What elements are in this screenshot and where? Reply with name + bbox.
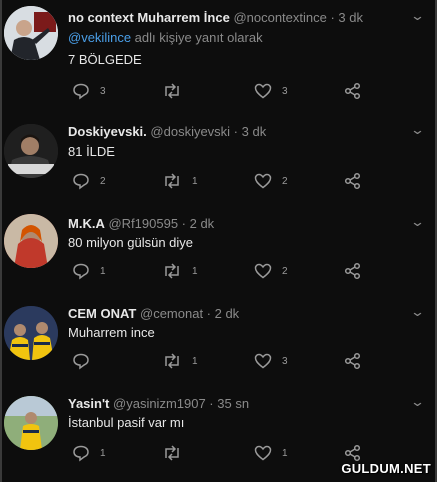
retweet-icon xyxy=(165,445,179,461)
handle-time: @cemonat · 2 dk xyxy=(140,306,240,321)
like-button[interactable]: 3 xyxy=(254,352,288,370)
like-count: 3 xyxy=(282,85,288,97)
heart-icon xyxy=(254,83,272,99)
share-icon xyxy=(344,262,361,280)
share-icon xyxy=(344,172,361,190)
retweet-button[interactable]: 1 xyxy=(162,172,198,190)
tweet-actions: 3 3 xyxy=(68,82,398,104)
retweet-icon xyxy=(165,353,179,369)
handle-time: @doskiyevski · 3 dk xyxy=(150,124,267,139)
reply-icon xyxy=(73,83,89,100)
tweet-header: CEM ONAT @cemonat · 2 dk xyxy=(68,306,239,321)
like-count: 2 xyxy=(282,175,288,187)
tweet-header: Doskiyevski. @doskiyevski · 3 dk xyxy=(68,124,266,139)
mention-link[interactable]: @vekilince xyxy=(68,30,131,45)
like-button[interactable]: 3 xyxy=(254,82,288,100)
share-icon xyxy=(344,82,361,100)
reply-button[interactable]: 1 xyxy=(72,262,106,280)
watermark: GULDUM.NET xyxy=(341,461,431,476)
like-button[interactable]: 2 xyxy=(254,262,288,280)
tweet-header: Yasin't @yasinizm1907 · 35 sn xyxy=(68,396,249,411)
chevron-down-icon[interactable]: ⌄ xyxy=(410,122,425,138)
avatar[interactable] xyxy=(4,6,58,60)
reply-icon xyxy=(73,445,89,462)
reply-count: 1 xyxy=(100,265,106,277)
like-button[interactable]: 2 xyxy=(254,172,288,190)
retweet-icon xyxy=(165,83,179,99)
avatar[interactable] xyxy=(4,214,58,268)
reply-button[interactable]: 3 xyxy=(72,82,106,100)
display-name[interactable]: M.K.A xyxy=(68,216,105,231)
share-icon xyxy=(344,444,361,462)
like-count: 1 xyxy=(282,447,288,459)
avatar[interactable] xyxy=(4,396,58,450)
share-button[interactable] xyxy=(344,262,362,280)
reply-count: 2 xyxy=(100,175,106,187)
handle-time: @yasinizm1907 · 35 sn xyxy=(113,396,250,411)
reply-suffix: adlı kişiye yanıt olarak xyxy=(131,30,263,45)
retweet-icon xyxy=(165,173,179,189)
display-name[interactable]: CEM ONAT xyxy=(68,306,136,321)
heart-icon xyxy=(254,173,272,189)
reply-icon xyxy=(73,353,89,370)
tweet-header: M.K.A @Rf190595 · 2 dk xyxy=(68,216,214,231)
heart-icon xyxy=(254,263,272,279)
retweet-icon xyxy=(165,263,179,279)
chevron-down-icon[interactable]: ⌄ xyxy=(410,214,425,230)
reply-count: 3 xyxy=(100,85,106,97)
retweet-button[interactable]: 1 xyxy=(162,262,198,280)
tweet-text: 81 İLDE xyxy=(68,144,115,159)
retweet-count: 1 xyxy=(192,355,198,367)
heart-icon xyxy=(254,445,272,461)
handle-time: @Rf190595 · 2 dk xyxy=(108,216,215,231)
chevron-down-icon[interactable]: ⌄ xyxy=(410,304,425,320)
tweet[interactable]: no context Muharrem İnce @nocontextince … xyxy=(0,0,437,110)
display-name[interactable]: Yasin't xyxy=(68,396,109,411)
share-button[interactable] xyxy=(344,172,362,190)
display-name[interactable]: Doskiyevski. xyxy=(68,124,147,139)
avatar[interactable] xyxy=(4,124,58,178)
share-icon xyxy=(344,352,361,370)
like-count: 2 xyxy=(282,265,288,277)
tweet-text: İstanbul pasif var mı xyxy=(68,415,185,430)
tweet-actions: 2 1 2 xyxy=(68,172,398,194)
tweet-actions: 1 1 2 xyxy=(68,262,398,284)
reply-button[interactable]: 1 xyxy=(72,444,106,462)
reply-count: 1 xyxy=(100,447,106,459)
retweet-count: 1 xyxy=(192,175,198,187)
reply-button[interactable] xyxy=(72,352,100,370)
reply-context: @vekilince adlı kişiye yanıt olarak xyxy=(68,30,263,45)
chevron-down-icon[interactable]: ⌄ xyxy=(410,8,425,24)
display-name[interactable]: no context Muharrem İnce xyxy=(68,10,230,25)
tweet-actions: 1 3 xyxy=(68,352,398,374)
chevron-down-icon[interactable]: ⌄ xyxy=(410,394,425,410)
tweet[interactable]: CEM ONAT @cemonat · 2 dk ⌄ Muharrem ince… xyxy=(0,292,437,382)
reply-button[interactable]: 2 xyxy=(72,172,106,190)
tweet[interactable]: M.K.A @Rf190595 · 2 dk ⌄ 80 milyon gülsü… xyxy=(0,200,437,292)
like-count: 3 xyxy=(282,355,288,367)
share-button[interactable] xyxy=(344,352,362,370)
share-button[interactable] xyxy=(344,444,362,462)
tweet-text: Muharrem ince xyxy=(68,325,155,340)
retweet-count: 1 xyxy=(192,265,198,277)
retweet-button[interactable] xyxy=(162,444,192,462)
heart-icon xyxy=(254,353,272,369)
retweet-button[interactable] xyxy=(162,82,192,100)
tweet-header: no context Muharrem İnce @nocontextince … xyxy=(68,10,363,25)
tweet[interactable]: Doskiyevski. @doskiyevski · 3 dk ⌄ 81 İL… xyxy=(0,110,437,200)
reply-icon xyxy=(73,263,89,280)
avatar[interactable] xyxy=(4,306,58,360)
tweet-text: 7 BÖLGEDE xyxy=(68,52,142,67)
retweet-button[interactable]: 1 xyxy=(162,352,198,370)
like-button[interactable]: 1 xyxy=(254,444,288,462)
share-button[interactable] xyxy=(344,82,362,100)
reply-icon xyxy=(73,173,89,190)
handle-time: @nocontextince · 3 dk xyxy=(233,10,363,25)
tweet-text: 80 milyon gülsün diye xyxy=(68,235,194,250)
